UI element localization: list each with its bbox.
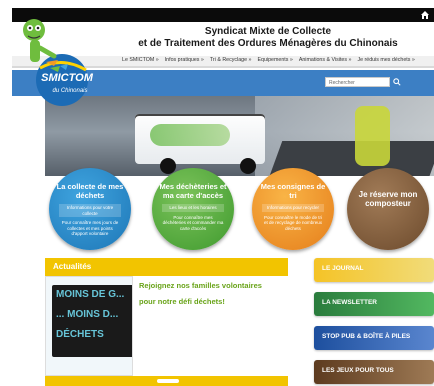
- page-title: Syndicat Mixte de Collecte et de Traitem…: [108, 26, 428, 50]
- collecte-title: La collecte de mes déchets: [56, 182, 124, 200]
- hero-worker: [355, 106, 390, 166]
- hero-banner: [45, 96, 434, 176]
- nav-item-infos-pratiques[interactable]: Infos pratiques »: [165, 57, 204, 63]
- consignes-sub: Informations pour recycler: [262, 204, 324, 212]
- consignes-desc: Pour connaître le mode de tri et de recy…: [263, 214, 323, 231]
- newsletter-button[interactable]: LA NEWSLETTER: [314, 292, 434, 316]
- collecte-circle-button[interactable]: La collecte de mes déchets Informations …: [49, 168, 131, 250]
- truck-graphic: [150, 124, 230, 146]
- search-input[interactable]: Rechercher: [325, 77, 390, 87]
- decheteries-title: Mes déchèteries et ma carte d'accès: [159, 182, 227, 200]
- news-image-text-2: ... MOINS D...: [56, 309, 119, 320]
- jeux-button[interactable]: LES JEUX POUR TOUS: [314, 360, 434, 384]
- carousel-dots[interactable]: [157, 379, 179, 383]
- stop-pub-button[interactable]: STOP PUB & BOÎTE À PILES: [314, 326, 434, 350]
- search-icon[interactable]: [393, 78, 401, 86]
- nav-item-le-smictom[interactable]: Le SMICTOM »: [122, 57, 159, 63]
- decheteries-sub: Les lieux et les horaires: [162, 204, 224, 212]
- decheteries-circle-button[interactable]: Mes déchèteries et ma carte d'accès Les …: [152, 168, 234, 250]
- news-image[interactable]: MOINS DE G... ... MOINS D... DÉCHETS: [45, 276, 133, 376]
- collecte-sub: Informations pour votre collecte: [59, 204, 121, 218]
- home-icon[interactable]: [420, 10, 430, 20]
- nav-item-equipements[interactable]: Equipements »: [257, 57, 292, 63]
- composteur-title: Je réserve mon composteur: [358, 190, 418, 208]
- news-label: Actualités: [53, 262, 92, 271]
- news-panel: Actualités MOINS DE G... ... MOINS D... …: [45, 258, 288, 386]
- nav-item-reduis-dechets[interactable]: Je réduis mes déchets »: [357, 57, 414, 63]
- news-headline-link[interactable]: Rejoignez nos familles volontaires pour …: [139, 278, 279, 310]
- smictom-logo[interactable]: SMICTOM du Chinonais: [10, 8, 102, 106]
- journal-button[interactable]: LE JOURNAL: [314, 258, 434, 282]
- decheteries-desc: Pour connaître mes déchèteries et comman…: [162, 214, 224, 231]
- composteur-circle-button[interactable]: Je réserve mon composteur: [347, 168, 429, 250]
- hero-truck: [135, 114, 265, 174]
- title-line-1: Syndicat Mixte de Collecte: [204, 26, 332, 37]
- collecte-desc: Pour connaître mes jours de collectes et…: [61, 220, 119, 237]
- news-header: Actualités: [45, 258, 288, 276]
- nav-item-tri-recyclage[interactable]: Tri & Recyclage »: [210, 57, 252, 63]
- consignes-title: Mes consignes de tri: [260, 182, 326, 200]
- service-circles: La collecte de mes déchets Informations …: [12, 168, 434, 258]
- news-image-text-3: DÉCHETS: [56, 329, 104, 340]
- logo-brand: SMICTOM: [41, 72, 93, 84]
- consignes-tri-circle-button[interactable]: Mes consignes de tri Informations pour r…: [252, 168, 334, 250]
- nav-item-animations-visites[interactable]: Animations & Visites »: [299, 57, 352, 63]
- news-image-text-1: MOINS DE G...: [56, 289, 125, 300]
- title-line-2: et de Traitement des Ordures Ménagères d…: [138, 38, 398, 49]
- side-links: LE JOURNAL LA NEWSLETTER STOP PUB & BOÎT…: [314, 258, 434, 386]
- logo-subtitle: du Chinonais: [52, 88, 88, 94]
